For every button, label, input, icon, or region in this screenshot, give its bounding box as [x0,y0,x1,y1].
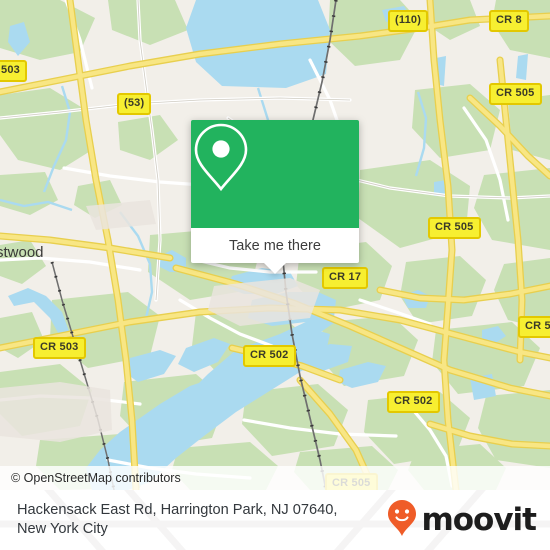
attribution-text: © OpenStreetMap contributors [11,471,181,485]
road-shield: CR 8 [489,10,529,32]
road-shield: CR 505 [428,217,481,239]
road-shield: CR 502 [243,345,296,367]
location-popup-card[interactable]: Take me there [191,120,359,274]
address-line-1: Hackensack East Rd, Harrington Park, NJ … [17,502,338,518]
road-shield: CR 503 [33,337,86,359]
address-line-2: New York City [17,521,108,537]
moovit-wordmark: moovit [421,501,537,538]
popup-pointer-tail [264,263,286,274]
popup-image-area [191,120,359,228]
road-shield: CR 502 [387,391,440,413]
place-label-westwood: stwood [0,244,44,261]
moovit-logo: moovit [387,499,537,542]
road-shield: CR 17 [322,267,369,289]
road-shield: CR 50 [518,316,550,338]
map-attribution: © OpenStreetMap contributors [0,466,550,490]
take-me-there-button[interactable]: Take me there [191,228,359,274]
road-shield: 503 [0,60,27,82]
address-block: Hackensack East Rd, Harrington Park, NJ … [17,501,337,539]
road-shield: (53) [117,93,152,115]
moovit-map-share-card: (110) CR 8 CR 505 503 (53) CR 505 CR 50 … [0,0,550,550]
footer-bar: Hackensack East Rd, Harrington Park, NJ … [0,490,550,550]
moovit-smiley-pin-icon [387,499,417,542]
map-canvas[interactable]: (110) CR 8 CR 505 503 (53) CR 505 CR 50 … [0,0,550,490]
road-shield: (110) [388,10,429,32]
take-me-there-label: Take me there [229,237,321,254]
road-shield: CR 505 [489,83,542,105]
